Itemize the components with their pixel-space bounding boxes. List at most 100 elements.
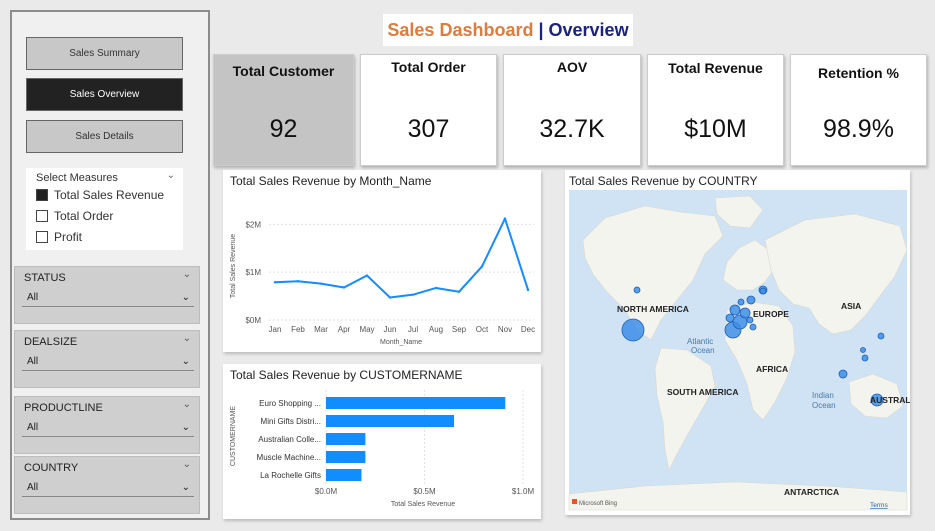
country-bubble[interactable] [877, 332, 885, 340]
sales-overview-button[interactable]: Sales Overview [26, 78, 183, 111]
line-chart-panel[interactable]: Total Sales Revenue by Month_Name $0M $1M… [223, 170, 541, 352]
chevron-down-icon[interactable]: ⌄ [183, 333, 191, 344]
measures-header: Select Measures [36, 172, 118, 184]
country-bubble[interactable] [633, 286, 641, 294]
kpi-value: 32.7K [539, 115, 605, 143]
map-label: Ocean [812, 401, 836, 410]
map-label: Atlantic [687, 337, 713, 346]
country-bubble[interactable] [621, 318, 645, 342]
x-tick-label: Dec [521, 325, 535, 334]
kpi-card-total-customer[interactable]: Total Customer 92 [213, 54, 354, 166]
map-label: ASIA [841, 301, 861, 311]
country-bubble[interactable] [737, 298, 745, 306]
line-point [434, 286, 438, 290]
sales-details-button[interactable]: Sales Details [26, 120, 183, 153]
kpi-card-retention[interactable]: Retention % 98.9% [790, 54, 927, 166]
y-tick-label: $0M [245, 316, 261, 325]
customer-bar [326, 397, 506, 409]
sales-summary-button[interactable]: Sales Summary [26, 37, 183, 70]
page-title: Sales Dashboard | Overview [383, 14, 633, 46]
x-tick-label: Feb [291, 325, 305, 334]
measure-option-sales-revenue[interactable]: Total Sales Revenue [36, 188, 164, 202]
country-bubble[interactable] [838, 369, 848, 379]
kpi-label: Total Order [391, 59, 466, 75]
country-bubble[interactable] [739, 307, 751, 319]
x-tick-label: Nov [498, 325, 512, 334]
y-axis-label: Total Sales Revenue [230, 234, 237, 298]
filter-panel: Sales Summary Sales Overview Sales Detai… [10, 10, 210, 520]
x-tick-label: $0.5M [413, 487, 436, 496]
productline-slicer: PRODUCTLINE ⌄ All ⌄ [14, 396, 200, 454]
country-bubble[interactable] [749, 323, 757, 331]
measure-option-profit[interactable]: Profit [36, 230, 82, 244]
bar-chart-panel[interactable]: Total Sales Revenue by CUSTOMERNAME $0.0… [223, 364, 541, 519]
customer-bar [326, 469, 362, 481]
productline-dropdown[interactable]: All ⌄ [22, 419, 194, 437]
x-tick-label: Jun [384, 325, 397, 334]
chevron-down-icon[interactable]: ⌄ [183, 459, 191, 470]
map-label: NORTH AMERICA [617, 304, 689, 314]
chevron-down-icon[interactable]: ⌄ [183, 399, 191, 410]
x-axis-label: Month_Name [380, 339, 422, 346]
country-bubble[interactable] [860, 347, 866, 353]
dropdown-value: All [27, 482, 39, 493]
country-bubble[interactable] [729, 304, 741, 316]
slicer-title: STATUS [24, 272, 66, 284]
measure-option-label: Total Sales Revenue [54, 188, 165, 202]
dropdown-value: All [27, 292, 39, 303]
kpi-card-total-revenue[interactable]: Total Revenue $10M [647, 54, 784, 166]
y-tick-label: La Rochelle Gifts [260, 471, 321, 480]
y-tick-label: Muscle Machine... [257, 453, 321, 462]
measures-slicer: Select Measures ⌄ Total Sales Revenue To… [26, 168, 183, 250]
y-tick-label: Euro Shopping ... [259, 399, 321, 408]
x-axis-label: Total Sales Revenue [391, 501, 455, 508]
revenue-line [274, 217, 529, 299]
line-chart: $0M $1M $2M Jan Feb Mar Apr May Jun Jul Aug Sep Oct N… [230, 217, 535, 346]
map-label: SOUTH AMERICA [667, 387, 738, 397]
title-separator: | [538, 19, 544, 40]
measure-option-label: Total Order [54, 209, 114, 223]
title-part1: Sales Dashboard [387, 19, 534, 40]
measure-option-label: Profit [54, 230, 83, 244]
dropdown-value: All [27, 422, 39, 433]
country-bubble[interactable] [725, 313, 735, 323]
y-tick-label: $2M [245, 220, 261, 229]
checkbox[interactable] [36, 231, 48, 243]
map-label: Indian [812, 391, 834, 400]
chevron-down-icon[interactable]: ⌄ [183, 269, 191, 280]
country-bubble[interactable] [759, 287, 767, 295]
y-tick-label: Mini Gifts Distri... [261, 417, 321, 426]
kpi-card-aov[interactable]: AOV 32.7K [503, 54, 641, 166]
kpi-value: 307 [407, 115, 450, 143]
checkbox[interactable] [36, 189, 48, 201]
checkbox[interactable] [36, 210, 48, 222]
kpi-value: 92 [269, 115, 298, 143]
line-point [411, 293, 415, 296]
country-bubble[interactable] [746, 295, 756, 305]
country-bubble[interactable] [861, 354, 869, 362]
title-part2: Overview [548, 19, 629, 40]
map-label: AUSTRAL [870, 395, 910, 405]
map-panel[interactable]: Total Sales Revenue by COUNTRY NORTH AME… [565, 170, 910, 515]
microsoft-logo-icon [572, 499, 577, 504]
status-dropdown[interactable]: All ⌄ [22, 289, 194, 307]
slicer-title: PRODUCTLINE [24, 402, 103, 414]
chevron-down-icon: ⌄ [181, 292, 190, 303]
terms-link[interactable]: Terms [870, 502, 888, 509]
kpi-label: Total Revenue [668, 60, 763, 76]
line-point [457, 290, 461, 293]
map-label: AFRICA [756, 364, 788, 374]
bing-attribution: Microsoft Bing [579, 501, 617, 507]
chevron-down-icon[interactable]: ⌄ [167, 170, 175, 181]
kpi-card-total-order[interactable]: Total Order 307 [360, 54, 497, 166]
dealsize-dropdown[interactable]: All ⌄ [22, 353, 194, 371]
line-point [388, 296, 392, 299]
world-map[interactable]: NORTH AMERICA EUROPE ASIA Atlantic Ocean… [565, 170, 910, 515]
x-tick-label: Oct [476, 325, 489, 334]
kpi-value: 98.9% [823, 115, 894, 143]
map-label: Ocean [691, 346, 715, 355]
measure-option-total-order[interactable]: Total Order [36, 209, 113, 223]
country-dropdown[interactable]: All ⌄ [22, 479, 194, 497]
line-point [480, 265, 484, 268]
map-label: ANTARCTICA [784, 487, 839, 497]
